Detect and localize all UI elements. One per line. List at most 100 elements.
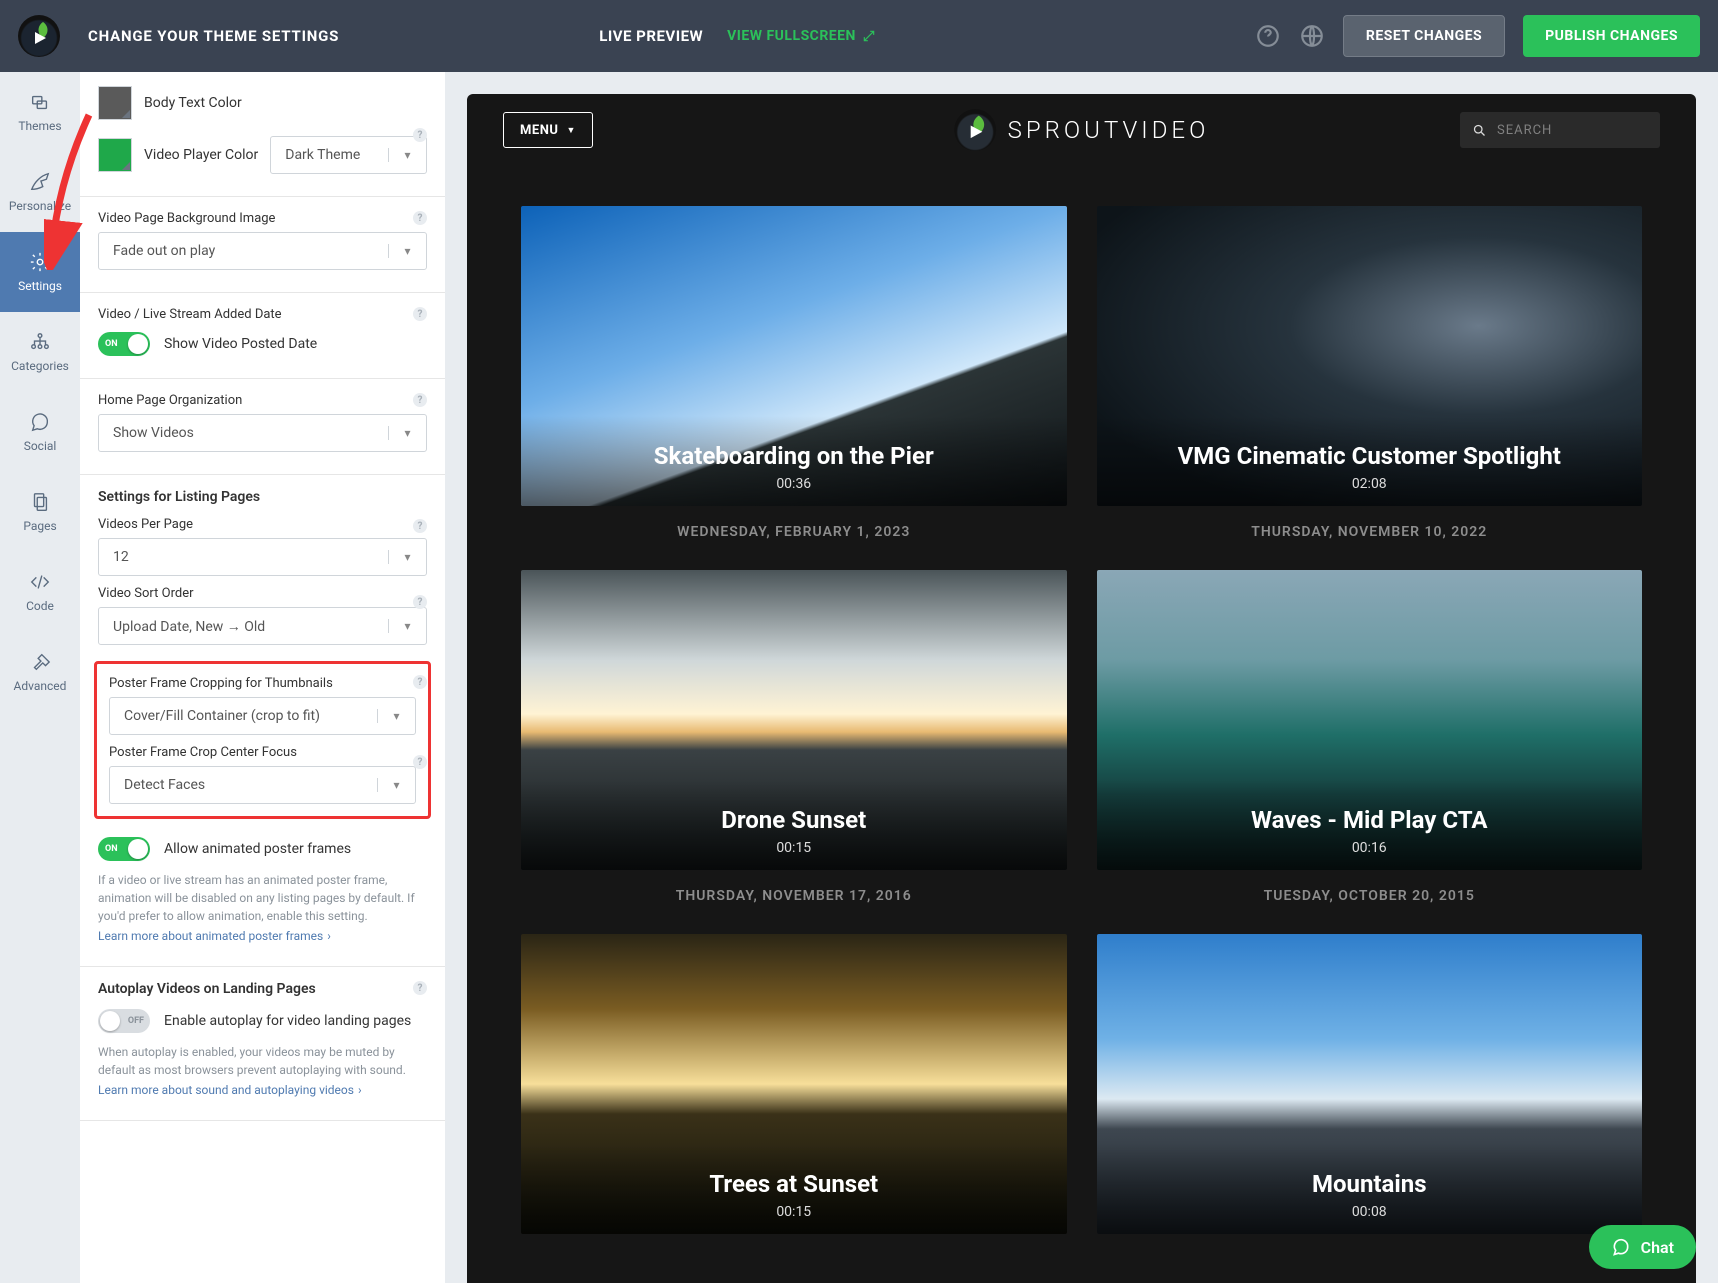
video-card[interactable]: Skateboarding on the Pier 00:36 WEDNESDA…	[521, 206, 1067, 540]
section-bg-image: ? Video Page Background Image Fade out o…	[80, 197, 445, 293]
video-thumbnail[interactable]: Mountains 00:08	[1097, 934, 1643, 1234]
autoplay-note: When autoplay is enabled, your videos ma…	[98, 1043, 427, 1079]
bg-image-label: Video Page Background Image	[98, 211, 427, 226]
videos-per-page-label: Videos Per Page	[98, 517, 427, 532]
highlighted-crop-settings: ? Poster Frame Cropping for Thumbnails C…	[94, 661, 431, 819]
view-fullscreen-link[interactable]: VIEW FULLSCREEN	[727, 28, 876, 44]
video-title: Drone Sunset	[701, 806, 886, 834]
video-thumbnail[interactable]: Trees at Sunset 00:15	[521, 934, 1067, 1234]
nav-code[interactable]: Code	[0, 552, 80, 632]
reset-changes-button[interactable]: RESET CHANGES	[1343, 15, 1505, 57]
section-home-org: ? Home Page Organization Show Videos ▾	[80, 379, 445, 475]
animated-poster-note: If a video or live stream has an animate…	[98, 871, 427, 925]
animated-poster-link[interactable]: Learn more about animated poster frames …	[98, 929, 331, 943]
video-card[interactable]: Mountains 00:08	[1097, 934, 1643, 1234]
nav-categories[interactable]: Categories	[0, 312, 80, 392]
video-grid: Skateboarding on the Pier 00:36 WEDNESDA…	[467, 166, 1696, 1274]
preview-frame: MENU ▼ SPROUTVIDEO SEARCH Skateboarding …	[467, 94, 1696, 1283]
help-icon[interactable]: ?	[413, 519, 427, 533]
chat-button[interactable]: Chat	[1589, 1225, 1696, 1269]
added-date-label: Video / Live Stream Added Date	[98, 307, 427, 322]
nav-settings[interactable]: Settings	[0, 232, 80, 312]
nav-social[interactable]: Social	[0, 392, 80, 472]
sort-select[interactable]: Upload Date, New → Old ▾	[98, 607, 427, 645]
show-posted-date-label: Show Video Posted Date	[164, 336, 317, 352]
preview-header: MENU ▼ SPROUTVIDEO SEARCH	[467, 94, 1696, 166]
help-icon[interactable]: ?	[413, 393, 427, 407]
video-player-color-label: Video Player Color	[144, 147, 258, 163]
video-thumbnail[interactable]: Waves - Mid Play CTA 00:16	[1097, 570, 1643, 870]
bg-image-select[interactable]: Fade out on play ▾	[98, 232, 427, 270]
video-thumbnail[interactable]: VMG Cinematic Customer Spotlight 02:08	[1097, 206, 1643, 506]
section-added-date: ? Video / Live Stream Added Date ON Show…	[80, 293, 445, 379]
live-preview-label: LIVE PREVIEW	[599, 27, 703, 45]
animated-poster-label: Allow animated poster frames	[164, 841, 351, 857]
topbar: CHANGE YOUR THEME SETTINGS LIVE PREVIEW …	[0, 0, 1718, 72]
help-icon[interactable]: ?	[413, 211, 427, 225]
chat-icon	[1611, 1237, 1631, 1257]
video-date: WEDNESDAY, FEBRUARY 1, 2023	[521, 524, 1067, 540]
video-card[interactable]: Trees at Sunset 00:15	[521, 934, 1067, 1234]
brand[interactable]: SPROUTVIDEO	[954, 109, 1210, 151]
nav-pages[interactable]: Pages	[0, 472, 80, 552]
video-thumbnail[interactable]: Skateboarding on the Pier 00:36	[521, 206, 1067, 506]
video-date: THURSDAY, NOVEMBER 17, 2016	[521, 888, 1067, 904]
crop-label: Poster Frame Cropping for Thumbnails	[109, 676, 416, 691]
help-icon[interactable]: ?	[413, 595, 427, 609]
section-listing: Settings for Listing Pages ? Videos Per …	[80, 475, 445, 967]
video-title: Trees at Sunset	[689, 1170, 898, 1198]
video-card[interactable]: Drone Sunset 00:15 THURSDAY, NOVEMBER 17…	[521, 570, 1067, 904]
search-input[interactable]: SEARCH	[1460, 112, 1660, 148]
body-text-color-swatch[interactable]	[98, 86, 132, 120]
help-icon[interactable]: ?	[413, 675, 427, 689]
video-player-color-swatch[interactable]	[98, 138, 132, 172]
help-icon[interactable]: ?	[413, 307, 427, 321]
section-colors: Body Text Color ? Video Player Color Dar…	[80, 72, 445, 197]
video-title: Waves - Mid Play CTA	[1231, 806, 1507, 834]
video-duration: 02:08	[1352, 476, 1387, 492]
video-card[interactable]: Waves - Mid Play CTA 00:16 TUESDAY, OCTO…	[1097, 570, 1643, 904]
nav-advanced[interactable]: Advanced	[0, 632, 80, 712]
crop-select[interactable]: Cover/Fill Container (crop to fit) ▾	[109, 697, 416, 735]
globe-icon[interactable]	[1299, 23, 1325, 49]
listing-header: Settings for Listing Pages	[98, 489, 427, 505]
video-duration: 00:16	[1352, 840, 1387, 856]
video-duration: 00:15	[776, 840, 811, 856]
section-autoplay: ? Autoplay Videos on Landing Pages OFF E…	[80, 967, 445, 1121]
live-preview: MENU ▼ SPROUTVIDEO SEARCH Skateboarding …	[445, 72, 1718, 1283]
videos-per-page-select[interactable]: 12 ▾	[98, 538, 427, 576]
home-org-select[interactable]: Show Videos ▾	[98, 414, 427, 452]
autoplay-link[interactable]: Learn more about sound and autoplaying v…	[98, 1083, 362, 1097]
app-logo[interactable]	[18, 15, 60, 57]
autoplay-header: Autoplay Videos on Landing Pages	[98, 981, 427, 997]
help-icon[interactable]	[1255, 23, 1281, 49]
autoplay-toggle-label: Enable autoplay for video landing pages	[164, 1013, 411, 1029]
focus-label: Poster Frame Crop Center Focus	[109, 745, 416, 760]
video-player-color-select[interactable]: Dark Theme ▾	[270, 136, 427, 174]
left-nav-rail: Themes Personalize Settings Categories S…	[0, 72, 80, 1283]
video-duration: 00:15	[776, 1204, 811, 1220]
home-org-label: Home Page Organization	[98, 393, 427, 408]
video-date: TUESDAY, OCTOBER 20, 2015	[1097, 888, 1643, 904]
page-title: CHANGE YOUR THEME SETTINGS	[88, 27, 339, 45]
body-text-color-label: Body Text Color	[144, 95, 242, 111]
help-icon[interactable]: ?	[413, 128, 427, 142]
menu-button[interactable]: MENU ▼	[503, 112, 593, 148]
help-icon[interactable]: ?	[413, 981, 427, 995]
video-title: Skateboarding on the Pier	[634, 442, 954, 470]
video-duration: 00:36	[776, 476, 811, 492]
nav-themes[interactable]: Themes	[0, 72, 80, 152]
video-thumbnail[interactable]: Drone Sunset 00:15	[521, 570, 1067, 870]
animated-poster-toggle[interactable]: ON	[98, 837, 150, 861]
nav-personalize[interactable]: Personalize	[0, 152, 80, 232]
video-date: THURSDAY, NOVEMBER 10, 2022	[1097, 524, 1643, 540]
video-duration: 00:08	[1352, 1204, 1387, 1220]
help-icon[interactable]: ?	[413, 755, 427, 769]
search-icon	[1472, 123, 1487, 138]
autoplay-toggle[interactable]: OFF	[98, 1009, 150, 1033]
show-posted-date-toggle[interactable]: ON	[98, 332, 150, 356]
publish-changes-button[interactable]: PUBLISH CHANGES	[1523, 15, 1700, 57]
video-card[interactable]: VMG Cinematic Customer Spotlight 02:08 T…	[1097, 206, 1643, 540]
focus-select[interactable]: Detect Faces ▾	[109, 766, 416, 804]
video-title: VMG Cinematic Customer Spotlight	[1158, 442, 1581, 470]
